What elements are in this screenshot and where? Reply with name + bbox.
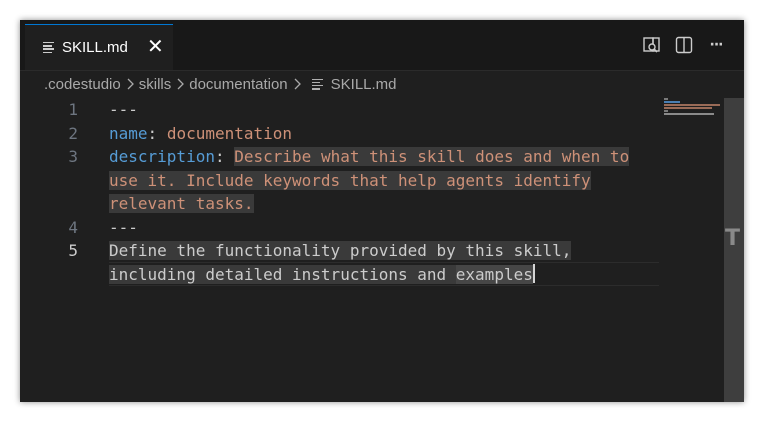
code-editor[interactable]: 1 2 3 4 5 --- name: documentation descri… <box>20 98 744 402</box>
code-line-5: Define the functionality provided by thi… <box>109 239 572 263</box>
code-line-5-wrap: including detailed instructions and exam… <box>109 263 535 287</box>
tab-bar: SKILL.md ✕ ··· <box>20 20 744 71</box>
scrollbar-marker: T <box>725 226 741 251</box>
body-text-selected-word: examples <box>455 264 533 284</box>
yaml-value: documentation <box>166 123 293 143</box>
code-line-3: description: Describe what this skill do… <box>109 145 630 169</box>
line-number: 1 <box>68 100 78 119</box>
code-line-4: --- <box>109 216 138 240</box>
editor-window: SKILL.md ✕ ··· .codestudio skills docume… <box>20 20 744 402</box>
line-number: 4 <box>68 217 78 237</box>
chevron-right-icon <box>175 77 185 91</box>
minimap[interactable] <box>664 98 724 138</box>
editor-actions: ··· <box>642 35 726 55</box>
code-line-1: --- <box>109 98 138 122</box>
markdown-file-icon <box>43 42 54 53</box>
yaml-key: name <box>109 123 148 143</box>
code-line-3-wrap: relevant tasks. <box>109 192 254 216</box>
chevron-right-icon <box>125 77 135 91</box>
breadcrumb-item-file[interactable]: SKILL.md <box>331 76 397 93</box>
line-number-active: 5 <box>68 241 78 260</box>
yaml-colon: : <box>147 123 158 143</box>
vertical-scrollbar[interactable]: T <box>724 98 744 402</box>
yaml-value: relevant tasks. <box>109 194 254 213</box>
chevron-right-icon <box>292 77 302 91</box>
body-text: including detailed instructions and <box>109 264 456 284</box>
yaml-value: use it. Include keywords that help agent… <box>109 170 591 190</box>
open-preview-icon[interactable] <box>642 35 662 55</box>
split-editor-icon[interactable] <box>674 35 694 55</box>
line-number: 2 <box>68 123 78 143</box>
code-line-3-wrap: use it. Include keywords that help agent… <box>109 169 591 193</box>
breadcrumb-item-skills[interactable]: skills <box>139 76 172 93</box>
yaml-key: description <box>109 147 215 166</box>
yaml-value: Describe what this skill does and when t… <box>234 147 630 166</box>
text-cursor <box>532 264 535 283</box>
breadcrumb: .codestudio skills documentation SKILL.m… <box>44 73 397 95</box>
line-number: 3 <box>68 147 78 166</box>
body-text: Define the functionality provided by thi… <box>109 241 572 260</box>
markdown-file-icon <box>311 78 323 90</box>
breadcrumb-item-documentation[interactable]: documentation <box>189 76 287 93</box>
frontmatter-delimiter: --- <box>109 100 138 119</box>
tab-label: SKILL.md <box>62 39 128 56</box>
more-actions-icon[interactable]: ··· <box>706 35 726 55</box>
breadcrumb-item-codestudio[interactable]: .codestudio <box>44 76 121 93</box>
frontmatter-delimiter: --- <box>109 217 138 237</box>
tab-skill-md[interactable]: SKILL.md ✕ <box>25 24 173 70</box>
code-line-2: name: documentation <box>109 122 292 146</box>
yaml-colon: : <box>214 147 225 166</box>
close-icon[interactable]: ✕ <box>147 36 164 56</box>
